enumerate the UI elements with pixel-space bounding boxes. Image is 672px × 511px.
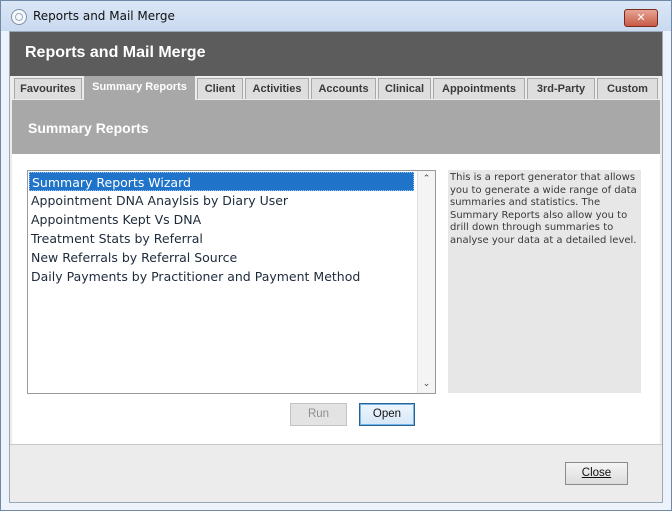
tab-summary-reports[interactable]: Summary Reports — [84, 76, 195, 100]
header-band: Reports and Mail Merge — [10, 32, 662, 76]
scroll-up-icon[interactable]: ⌃ — [418, 171, 435, 188]
list-scrollbar[interactable]: ⌃ ⌄ — [417, 171, 435, 393]
report-item-appointments-kept-vs-dna[interactable]: Appointments Kept Vs DNA — [29, 210, 414, 229]
section-header: Summary Reports — [12, 100, 660, 154]
tab-accounts[interactable]: Accounts — [311, 78, 376, 99]
section-title: Summary Reports — [28, 120, 149, 136]
tab-appointments[interactable]: Appointments — [433, 78, 525, 99]
title-bar[interactable]: Reports and Mail Merge ✕ — [1, 1, 671, 31]
app-icon — [11, 9, 27, 25]
reports-window: Reports and Mail Merge ✕ Reports and Mai… — [0, 0, 672, 511]
tab-3rd-party[interactable]: 3rd-Party — [527, 78, 595, 99]
tab-clinical[interactable]: Clinical — [378, 78, 431, 99]
scroll-down-icon[interactable]: ⌄ — [418, 376, 435, 393]
tab-client[interactable]: Client — [197, 78, 243, 99]
tab-activities[interactable]: Activities — [245, 78, 309, 99]
open-button[interactable]: Open — [359, 403, 415, 426]
header-title: Reports and Mail Merge — [25, 44, 206, 61]
report-item-summary-reports-wizard[interactable]: Summary Reports Wizard — [29, 172, 414, 191]
close-button-label: Close — [581, 467, 612, 479]
content-panel: Summary Reports Wizard Appointment DNA A… — [12, 154, 660, 444]
report-item-appointment-dna-analysis[interactable]: Appointment DNA Anaylsis by Diary User — [29, 191, 414, 210]
tab-strip: Favourites Summary Reports Client Activi… — [12, 76, 660, 100]
report-item-treatment-stats-by-referral[interactable]: Treatment Stats by Referral — [29, 229, 414, 248]
window-title: Reports and Mail Merge — [33, 9, 175, 23]
tab-custom[interactable]: Custom — [597, 78, 658, 99]
report-list[interactable]: Summary Reports Wizard Appointment DNA A… — [27, 170, 436, 394]
dialog-body: Reports and Mail Merge Favourites Summar… — [9, 31, 663, 503]
tab-favourites[interactable]: Favourites — [14, 78, 82, 99]
report-item-new-referrals-by-source[interactable]: New Referrals by Referral Source — [29, 248, 414, 267]
description-text: This is a report generator that allows y… — [450, 172, 637, 246]
footer-divider — [10, 444, 662, 445]
report-item-daily-payments[interactable]: Daily Payments by Practitioner and Payme… — [29, 267, 414, 286]
run-button[interactable]: Run — [290, 403, 347, 426]
close-button[interactable]: Close — [565, 462, 628, 485]
window-close-button[interactable]: ✕ — [624, 9, 658, 27]
description-panel: This is a report generator that allows y… — [448, 170, 641, 393]
